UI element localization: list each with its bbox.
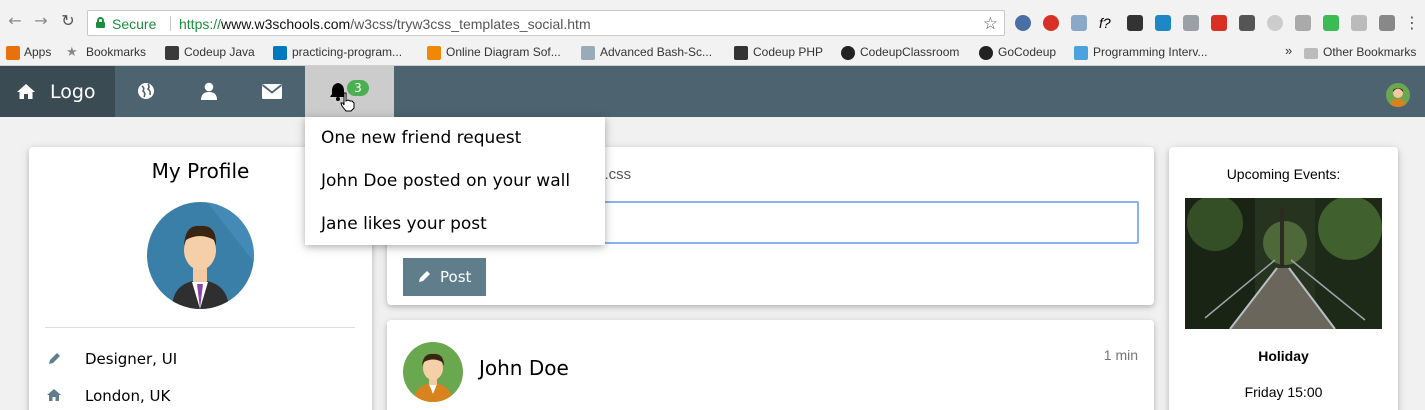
bookmark-other[interactable]: Other Bookmarks	[1323, 45, 1416, 59]
bookmarks-bar: Apps ★ Bookmarks Codeup Java practicing-…	[0, 41, 1425, 66]
event-name: Holiday	[1258, 348, 1309, 364]
bookmark-bookmarks[interactable]: Bookmarks	[86, 45, 146, 59]
bookmark-codeup-php[interactable]: Codeup PHP	[753, 45, 823, 59]
home-icon	[17, 84, 35, 99]
github-icon	[979, 46, 993, 60]
bookmark-apps[interactable]: Apps	[24, 45, 51, 59]
notification-item[interactable]: Jane likes your post	[321, 214, 487, 234]
bookmark-star-icon[interactable]: ☆	[983, 14, 998, 34]
extension-icon[interactable]	[1127, 15, 1143, 31]
bookmark-codeup-java[interactable]: Codeup Java	[184, 45, 255, 59]
extension-icon[interactable]	[1183, 15, 1199, 31]
bookmarks-overflow[interactable]: »	[1285, 43, 1292, 58]
codeup-icon	[165, 46, 179, 60]
reload-icon[interactable]: ↻	[59, 12, 77, 30]
logo-text: Logo	[50, 81, 96, 103]
feed-timestamp: 1 min	[1103, 347, 1138, 363]
url-text: https://www.w3schools.com/w3css/tryw3css…	[179, 16, 591, 32]
bookmark-practicing[interactable]: practicing-program...	[292, 45, 402, 59]
menu-icon[interactable]: ⋮	[1403, 14, 1421, 32]
hand-cursor-icon	[340, 92, 355, 112]
globe-icon[interactable]	[137, 82, 155, 100]
stack-icon	[1074, 46, 1088, 60]
page-icon	[581, 46, 595, 60]
extension-icon[interactable]	[1351, 15, 1367, 31]
extension-icon[interactable]	[1267, 15, 1283, 31]
user-avatar[interactable]	[1386, 83, 1410, 107]
extension-icon[interactable]	[1155, 15, 1171, 31]
php-icon	[734, 46, 748, 60]
feed-avatar	[403, 342, 463, 402]
diagram-icon	[427, 46, 441, 60]
notifications-dropdown: One new friend request John Doe posted o…	[305, 117, 605, 245]
feed-post-card: John Doe 1 min	[387, 320, 1154, 410]
back-arrow-icon[interactable]: ←	[6, 12, 24, 30]
adblock-icon[interactable]	[1043, 15, 1059, 31]
home-icon	[47, 389, 61, 401]
apps-grid-icon	[6, 46, 20, 60]
events-title: Upcoming Events:	[1226, 166, 1341, 182]
events-card: Upcoming Events: Holiday Friday 15:00	[1169, 147, 1398, 410]
notification-item[interactable]: John Doe posted on your wall	[321, 171, 570, 191]
bookmark-bash[interactable]: Advanced Bash-Sc...	[600, 45, 712, 59]
profile-divider	[45, 327, 355, 328]
address-bar[interactable]: Secure https://www.w3schools.com/w3css/t…	[87, 10, 1005, 36]
formula-icon[interactable]: f?	[1099, 15, 1115, 31]
extension-icon[interactable]	[1015, 15, 1031, 31]
user-icon[interactable]	[201, 82, 217, 100]
bookmark-programming[interactable]: Programming Interv...	[1093, 45, 1207, 59]
profile-avatar	[147, 202, 254, 309]
trello-icon	[273, 46, 287, 60]
post-button[interactable]: Post	[403, 258, 486, 296]
address-separator	[170, 16, 171, 31]
forward-arrow-icon[interactable]: →	[32, 12, 50, 30]
feed-author-name[interactable]: John Doe	[479, 356, 569, 380]
pencil-icon	[49, 353, 60, 364]
github-icon	[841, 46, 855, 60]
folder-icon	[1304, 48, 1318, 59]
star-icon: ★	[66, 44, 78, 59]
extension-icon[interactable]	[1071, 15, 1087, 31]
forest-bridge-image	[1185, 198, 1382, 329]
logo-link[interactable]: Logo	[0, 66, 115, 117]
notification-item[interactable]: One new friend request	[321, 128, 521, 148]
post-label: Post	[440, 268, 472, 286]
profile-job: Designer, UI	[85, 350, 178, 368]
extension-icon[interactable]	[1239, 15, 1255, 31]
bookmark-diagram[interactable]: Online Diagram Sof...	[446, 45, 561, 59]
secure-label: Secure	[112, 16, 157, 32]
profile-location: London, UK	[85, 387, 171, 405]
top-navbar: Logo 3	[0, 66, 1425, 117]
envelope-icon[interactable]	[262, 84, 282, 99]
event-time: Friday 15:00	[1244, 384, 1323, 400]
extension-icon[interactable]	[1295, 15, 1311, 31]
extension-icon[interactable]	[1323, 15, 1339, 31]
extension-icon[interactable]	[1211, 15, 1227, 31]
bookmark-gocodeup[interactable]: GoCodeup	[998, 45, 1056, 59]
lock-icon	[96, 17, 105, 28]
bookmark-codeup-classroom[interactable]: CodeupClassroom	[860, 45, 959, 59]
browser-toolbar: ← → ↻ Secure https://www.w3schools.com/w…	[0, 0, 1425, 41]
camera-icon[interactable]	[1379, 15, 1395, 31]
pencil-icon	[419, 271, 430, 282]
